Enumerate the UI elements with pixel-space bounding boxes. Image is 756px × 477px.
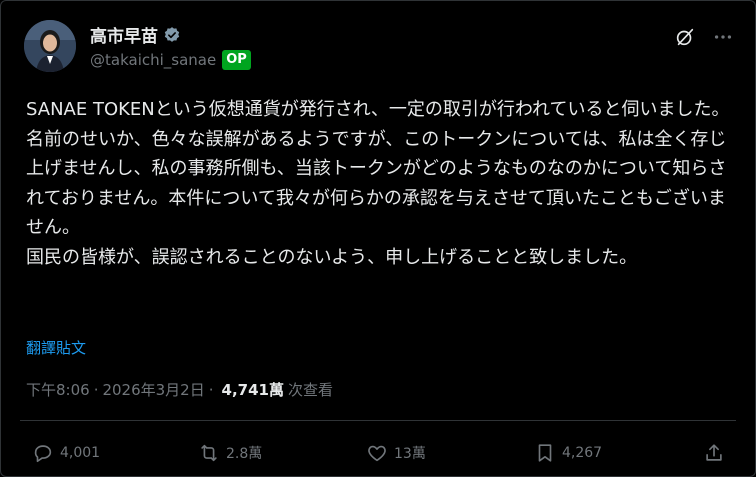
post-meta: 下午8:06 · 2026年3月2日 · 4,741萬 次查看 — [26, 379, 333, 400]
repost-icon — [201, 444, 217, 462]
like-button[interactable]: 13萬 — [366, 442, 426, 464]
avatar-image — [24, 20, 76, 72]
views-count[interactable]: 4,741萬 — [222, 379, 284, 400]
verified-badge-icon — [163, 26, 181, 44]
like-icon — [368, 445, 386, 462]
divider — [20, 420, 736, 421]
repost-button[interactable]: 2.8萬 — [198, 442, 262, 464]
author-handle-row: @takaichi_sanae OP — [90, 50, 251, 70]
bookmark-button[interactable]: 4,267 — [534, 442, 602, 464]
share-button[interactable] — [703, 442, 725, 464]
reply-button[interactable]: 4,001 — [32, 442, 100, 464]
meta-separator: · — [208, 380, 214, 399]
translate-post-link[interactable]: 翻譯貼文 — [26, 337, 86, 358]
post-top-actions — [674, 26, 734, 48]
author-display-name[interactable]: 高市早苗 — [90, 22, 158, 47]
like-count: 13萬 — [394, 446, 426, 462]
bookmark-count: 4,267 — [562, 445, 603, 461]
op-badge: OP — [222, 50, 251, 70]
post-time[interactable]: 下午8:06 — [26, 379, 90, 400]
share-icon — [706, 444, 722, 461]
reply-count: 4,001 — [60, 445, 101, 461]
author-handle[interactable]: @takaichi_sanae — [90, 51, 216, 69]
more-icon[interactable] — [712, 26, 734, 48]
action-bar: 4,001 2.8萬 13萬 4,267 — [32, 442, 732, 466]
repost-count: 2.8萬 — [226, 446, 263, 462]
reply-icon — [34, 445, 52, 463]
grok-icon[interactable] — [674, 26, 696, 48]
meta-separator: · — [93, 380, 99, 399]
post-text: SANAE TOKENという仮想通貨が発行され、一定の取引が行われていると伺いま… — [26, 99, 730, 268]
post-date[interactable]: 2026年3月2日 — [102, 379, 204, 400]
avatar[interactable] — [24, 20, 76, 72]
views-label: 次查看 — [287, 381, 333, 399]
bookmark-icon — [538, 444, 552, 462]
author-name-row: 高市早苗 — [90, 22, 181, 47]
